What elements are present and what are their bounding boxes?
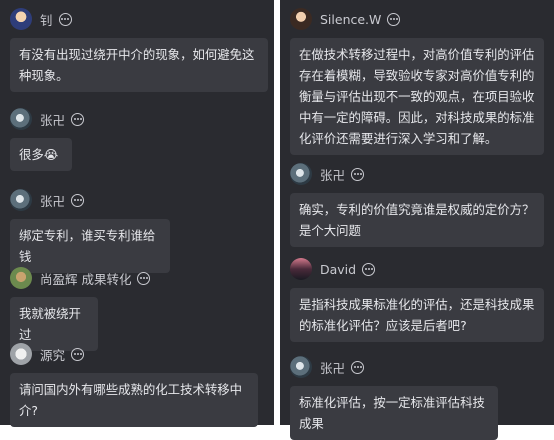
chat-panel-left: 钊 有没有出现过绕开中介的现象，如何避免这种现象。 张卍 很多😭 张卍 绑定专利… — [0, 0, 274, 427]
message-header: 钊 — [10, 8, 268, 30]
message-header: 张卍 — [290, 356, 498, 378]
message: 张卍 很多😭 — [10, 108, 85, 171]
avatar[interactable] — [10, 189, 32, 211]
avatar[interactable] — [10, 108, 32, 130]
more-options-icon[interactable] — [137, 271, 151, 285]
avatar[interactable] — [290, 258, 312, 280]
message: David 是指科技成果标准化的评估，还是科技成果的标准化评估？应该是后者吧? — [290, 258, 544, 342]
message: Silence.W 在做技术转移过程中，对高价值专利的评估存在着模糊，导致验收专… — [290, 8, 544, 155]
user-name[interactable]: David — [320, 262, 356, 277]
more-options-icon[interactable] — [351, 360, 365, 374]
message-header: David — [290, 258, 544, 280]
message-bubble: 有没有出现过绕开中介的现象，如何避免这种现象。 — [10, 38, 268, 92]
message-bubble: 标准化评估，按一定标准评估科技成果 — [290, 386, 498, 440]
more-options-icon[interactable] — [362, 262, 376, 276]
avatar[interactable] — [10, 267, 32, 289]
message-bubble: 请问国内外有哪些成熟的化工技术转移中介? — [10, 373, 258, 427]
message-header: 源究 — [10, 343, 258, 365]
more-options-icon[interactable] — [71, 112, 85, 126]
message-header: 尚盈辉 成果转化 — [10, 267, 151, 289]
user-name[interactable]: 钊 — [40, 10, 53, 29]
more-options-icon[interactable] — [387, 12, 401, 26]
user-name[interactable]: 张卍 — [40, 191, 65, 210]
avatar[interactable] — [10, 8, 32, 30]
message-bubble: 在做技术转移过程中，对高价值专利的评估存在着模糊，导致验收专家对高价值专利的衡量… — [290, 38, 544, 155]
message: 张卍 绑定专利，谁买专利谁给钱 — [10, 189, 170, 273]
message-bubble: 确实，专利的价值究竟谁是权威的定价方？是个大问题 — [290, 193, 544, 247]
more-options-icon[interactable] — [71, 347, 85, 361]
message-bubble: 是指科技成果标准化的评估，还是科技成果的标准化评估？应该是后者吧? — [290, 288, 544, 342]
message-header: 张卍 — [10, 189, 170, 211]
more-options-icon[interactable] — [58, 12, 72, 26]
more-options-icon[interactable] — [351, 167, 365, 181]
message-bubble: 绑定专利，谁买专利谁给钱 — [10, 219, 170, 273]
avatar[interactable] — [290, 8, 312, 30]
message: 尚盈辉 成果转化 我就被绕开过 — [10, 267, 151, 351]
user-name[interactable]: 源究 — [40, 345, 65, 364]
more-options-icon[interactable] — [71, 193, 85, 207]
user-name[interactable]: 张卍 — [320, 358, 345, 377]
message-header: 张卍 — [10, 108, 85, 130]
user-name[interactable]: Silence.W — [320, 12, 381, 27]
avatar[interactable] — [290, 356, 312, 378]
message-header: Silence.W — [290, 8, 544, 30]
avatar[interactable] — [10, 343, 32, 365]
avatar[interactable] — [290, 163, 312, 185]
message: 张卍 标准化评估，按一定标准评估科技成果 — [290, 356, 498, 440]
message: 钊 有没有出现过绕开中介的现象，如何避免这种现象。 — [10, 8, 268, 92]
message-header: 张卍 — [290, 163, 544, 185]
user-name[interactable]: 尚盈辉 成果转化 — [40, 269, 131, 288]
message-bubble: 很多😭 — [10, 138, 72, 171]
message: 源究 请问国内外有哪些成熟的化工技术转移中介? — [10, 343, 258, 427]
chat-panel-right: Silence.W 在做技术转移过程中，对高价值专利的评估存在着模糊，导致验收专… — [280, 0, 554, 440]
message: 张卍 确实，专利的价值究竟谁是权威的定价方？是个大问题 — [290, 163, 544, 247]
user-name[interactable]: 张卍 — [40, 110, 65, 129]
user-name[interactable]: 张卍 — [320, 165, 345, 184]
